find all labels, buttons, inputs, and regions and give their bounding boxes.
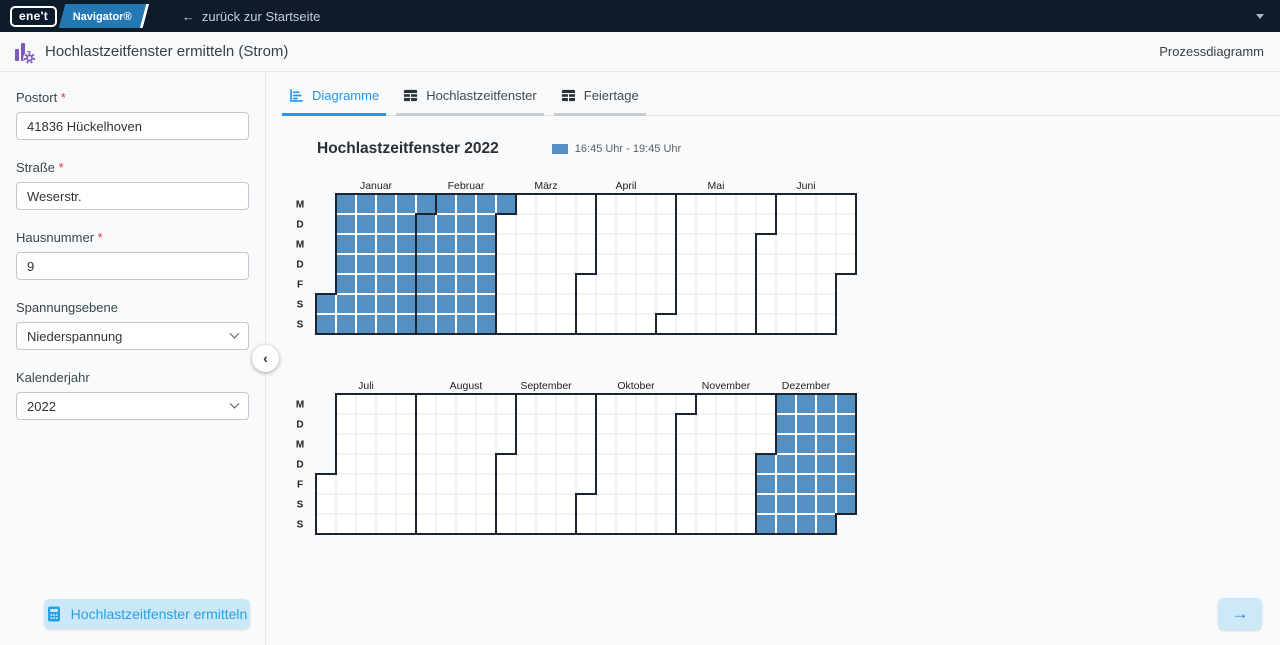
svg-text:Juli: Juli	[358, 380, 374, 392]
kalenderjahr-select[interactable]: 2022	[16, 392, 249, 420]
strasse-input[interactable]	[16, 182, 249, 210]
svg-text:S: S	[297, 300, 304, 311]
tab-label-feiertage: Feiertage	[584, 88, 639, 103]
legend-swatch	[552, 144, 568, 154]
page-title: Hochlastzeitfenster ermitteln (Strom)	[45, 43, 288, 60]
hochlastzeitfenster-ermitteln-button[interactable]: Hochlastzeitfenster ermitteln	[44, 599, 250, 629]
back-to-start-link[interactable]: ← zurück zur Startseite	[182, 9, 321, 24]
required-marker: *	[94, 230, 103, 245]
svg-text:M: M	[296, 440, 304, 451]
calendar-heatmap-first-half: JanuarFebruarMärzAprilMaiJuniMDMDFSS	[289, 179, 859, 337]
enet-navigator-logo[interactable]: ene't Navigator®	[10, 4, 146, 28]
svg-text:September: September	[520, 380, 572, 392]
svg-text:F: F	[297, 480, 303, 491]
tab-label-hochlastzeitfenster: Hochlastzeitfenster	[426, 88, 537, 103]
svg-text:M: M	[296, 400, 304, 411]
calendar-heatmaps: JanuarFebruarMärzAprilMaiJuniMDMDFSSJuli…	[289, 179, 1280, 537]
diagram-icon	[289, 88, 304, 103]
svg-text:Mai: Mai	[708, 180, 725, 192]
form-field-spannungsebene: Spannungsebene Niederspannung	[16, 300, 249, 350]
sidebar-collapse-button[interactable]: ‹	[252, 345, 279, 372]
hausnummer-label: Hausnummer *	[16, 230, 249, 245]
next-step-button[interactable]: →	[1218, 598, 1262, 630]
calculator-icon	[47, 606, 61, 622]
table-icon	[403, 88, 418, 103]
top-navbar: ene't Navigator® ← zurück zur Startseite	[0, 0, 1280, 32]
strasse-label: Straße *	[16, 160, 249, 175]
chevron-down-icon	[230, 398, 240, 408]
enet-logo: ene't	[10, 6, 57, 27]
sidebar-form: Postort * Straße * Hausnummer * Spannungseb…	[0, 72, 266, 645]
svg-text:S: S	[297, 500, 304, 511]
month-labels: Juli August September Oktober November Dezemb…	[358, 380, 831, 392]
weekday-labels: MDMDFSS	[296, 200, 304, 331]
tab-hochlastzeitfenster[interactable]: Hochlastzeitfenster	[396, 88, 544, 116]
table-icon	[561, 88, 576, 103]
required-marker: *	[55, 160, 64, 175]
content-area: Postort * Straße * Hausnummer * Spannungseb…	[0, 72, 1280, 645]
svg-text:Dezember: Dezember	[782, 380, 831, 392]
back-link-label: zurück zur Startseite	[202, 9, 321, 24]
hausnummer-input[interactable]	[16, 252, 249, 280]
spannungsebene-select[interactable]: Niederspannung	[16, 322, 249, 350]
tab-feiertage[interactable]: Feiertage	[554, 88, 646, 116]
spannungsebene-selected-value: Niederspannung	[27, 329, 122, 344]
svg-text:D: D	[296, 460, 303, 471]
svg-text:D: D	[296, 220, 303, 231]
user-menu-caret-icon[interactable]	[1256, 14, 1264, 19]
svg-text:Januar: Januar	[360, 180, 393, 192]
chevron-left-icon: ‹	[263, 350, 268, 366]
svg-text:Juni: Juni	[796, 180, 815, 192]
svg-text:D: D	[296, 420, 303, 431]
svg-text:F: F	[297, 280, 303, 291]
tab-diagramme[interactable]: Diagramme	[282, 88, 386, 116]
form-field-strasse: Straße *	[16, 160, 249, 210]
tab-label-diagramme: Diagramme	[312, 88, 379, 103]
kalenderjahr-selected-value: 2022	[27, 399, 56, 414]
postort-label: Postort *	[16, 90, 249, 105]
kalenderjahr-label: Kalenderjahr	[16, 370, 249, 385]
svg-text:D: D	[296, 260, 303, 271]
tab-bar: Diagramme Hochlastzeitfenster Feiertage	[282, 88, 1280, 116]
required-marker: *	[57, 90, 66, 105]
form-field-postort: Postort *	[16, 90, 249, 140]
form-field-hausnummer: Hausnummer *	[16, 230, 249, 280]
navigator-badge: Navigator®	[59, 4, 149, 28]
month-labels: Januar Februar März April Mai Juni	[360, 180, 816, 192]
back-arrow-icon: ←	[182, 9, 195, 24]
svg-text:Oktober: Oktober	[617, 380, 655, 392]
svg-text:März: März	[534, 180, 557, 192]
postort-input[interactable]	[16, 112, 249, 140]
arrow-right-icon: →	[1232, 604, 1249, 624]
main-panel: Diagramme Hochlastzeitfenster Feiertage Ho…	[266, 72, 1280, 645]
chart-legend: 16:45 Uhr - 19:45 Uhr	[552, 143, 681, 155]
form-field-kalenderjahr: Kalenderjahr 2022	[16, 370, 249, 420]
svg-text:November: November	[702, 380, 751, 392]
page-header: Hochlastzeitfenster ermitteln (Strom) Pr…	[0, 32, 1280, 72]
calendar-heatmap-second-half: Juli August September Oktober November Dezemb…	[289, 379, 859, 537]
bar-chart-gear-icon	[12, 40, 36, 64]
weekday-labels: MDMDFSS	[296, 400, 304, 531]
chart-header: Hochlastzeitfenster 2022 16:45 Uhr - 19:…	[317, 140, 1280, 158]
submit-button-label: Hochlastzeitfenster ermitteln	[71, 606, 248, 622]
chart-title: Hochlastzeitfenster 2022	[317, 140, 499, 158]
svg-text:S: S	[297, 320, 304, 331]
prozessdiagramm-link[interactable]: Prozessdiagramm	[1159, 44, 1264, 59]
spannungsebene-label: Spannungsebene	[16, 300, 249, 315]
svg-text:April: April	[615, 180, 636, 192]
svg-text:M: M	[296, 200, 304, 211]
svg-text:M: M	[296, 240, 304, 251]
svg-text:August: August	[450, 380, 483, 392]
svg-text:Februar: Februar	[448, 180, 485, 192]
svg-text:S: S	[297, 520, 304, 531]
chevron-down-icon	[230, 328, 240, 338]
legend-label: 16:45 Uhr - 19:45 Uhr	[575, 143, 681, 155]
